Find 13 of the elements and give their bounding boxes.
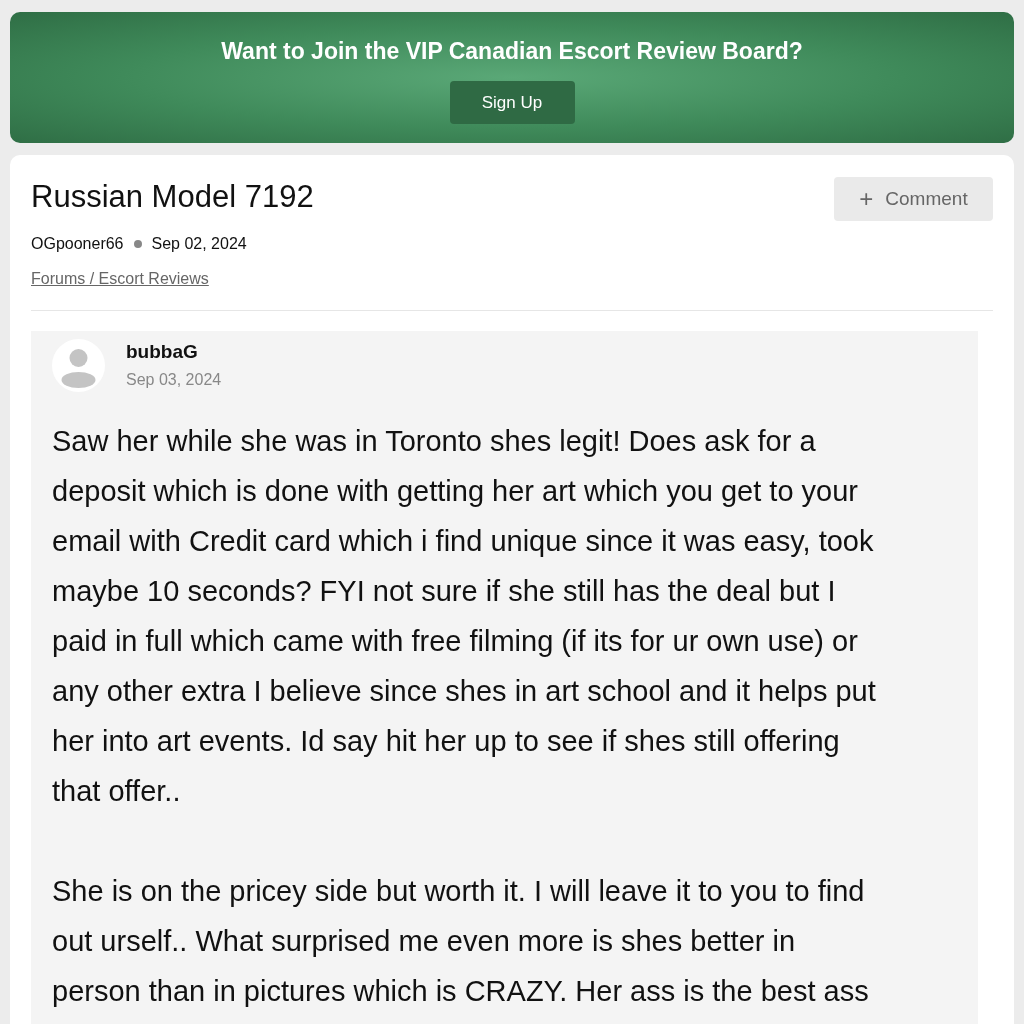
avatar-icon — [52, 339, 105, 392]
breadcrumb-link[interactable]: Forums / Escort Reviews — [31, 270, 209, 288]
post-paragraph: Saw her while she was in Toronto shes legit! Does ask for a deposit which is done with getting her art which you get to your email with Credit card which i find unique since it was easy, took maybe 10 seconds? FYI not sure if she still has the deal but I paid in full which came with free filming (if its for ur own use) or any other extra I believe since shes in art school and it helps put her into art events. Id say hit her up to see if shes still offering that offer.. — [52, 424, 877, 809]
thread-date: Sep 02, 2024 — [151, 235, 247, 253]
post-date: Sep 03, 2024 — [126, 371, 222, 389]
separator-dot-icon — [133, 240, 142, 248]
banner-title: Want to Join the VIP Canadian Escort Review Board? — [221, 38, 803, 65]
thread-title: Russian Model 7192 — [31, 179, 314, 215]
post-author: bubbaG — [126, 341, 199, 363]
comment-button[interactable]: + Comment — [834, 177, 993, 221]
post-paragraph: She is on the pricey side but worth it. I will leave it to you to find out urself.. What surprised me even more is shes better in person than in pictures which is CRAZY. Her ass is the best ass — [52, 874, 870, 1009]
sign-up-button[interactable]: Sign Up — [449, 81, 575, 124]
thread-author: OGpooner66 — [31, 235, 124, 253]
